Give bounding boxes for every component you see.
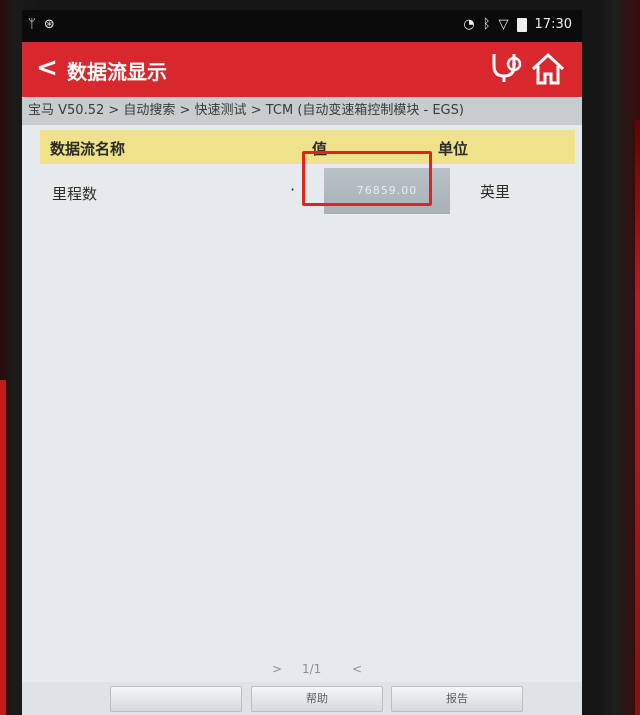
status-left: ᛘ ⊛ bbox=[28, 17, 55, 33]
battery-icon bbox=[516, 18, 527, 32]
pager-next-button[interactable]: < bbox=[352, 662, 362, 676]
device-edge-left bbox=[0, 380, 6, 715]
tablet-device: ᛘ ⊛ ◔ ᛒ ▽ 17:30 < 数据流显示 宝马 V50.52 > 自动搜索… bbox=[0, 0, 640, 715]
device-edge-right bbox=[635, 120, 640, 715]
pager-prev-button[interactable]: > bbox=[272, 662, 282, 676]
wifi-icon: ▽ bbox=[498, 17, 509, 32]
column-header-name: 数据流名称 bbox=[50, 140, 126, 158]
status-bar: ᛘ ⊛ ◔ ᛒ ▽ 17:30 bbox=[22, 10, 582, 42]
value-highlight-box bbox=[302, 151, 432, 206]
row-dot: · bbox=[290, 180, 296, 199]
column-header-unit: 单位 bbox=[438, 140, 469, 158]
bluetooth-icon: ᛒ bbox=[482, 17, 491, 32]
back-icon[interactable]: < bbox=[32, 54, 62, 84]
status-time: 17:30 bbox=[534, 17, 572, 32]
title-bar: < 数据流显示 bbox=[22, 42, 582, 97]
report-button[interactable]: 报告 bbox=[391, 686, 523, 712]
blank-button[interactable] bbox=[110, 686, 242, 712]
sync-icon: ⊛ bbox=[43, 17, 55, 32]
pager-page-number: 1/1 bbox=[302, 662, 322, 676]
stethoscope-icon[interactable] bbox=[488, 50, 522, 88]
bottom-toolbar: 帮助 报告 bbox=[22, 682, 582, 715]
nfc-icon: ◔ bbox=[463, 17, 475, 32]
tablet-screen: ᛘ ⊛ ◔ ᛒ ▽ 17:30 < 数据流显示 宝马 V50.52 > 自动搜索… bbox=[22, 10, 582, 715]
usb-icon: ᛘ bbox=[28, 17, 36, 32]
row-unit: 英里 bbox=[480, 183, 511, 201]
row-name: 里程数 bbox=[52, 185, 98, 203]
home-icon[interactable] bbox=[530, 50, 566, 88]
breadcrumb: 宝马 V50.52 > 自动搜索 > 快速测试 > TCM (自动变速箱控制模块… bbox=[22, 97, 582, 125]
status-right: ◔ ᛒ ▽ 17:30 bbox=[463, 17, 572, 33]
page-title: 数据流显示 bbox=[67, 60, 167, 84]
pager: > 1/1 < bbox=[22, 660, 582, 682]
help-button[interactable]: 帮助 bbox=[251, 686, 383, 712]
